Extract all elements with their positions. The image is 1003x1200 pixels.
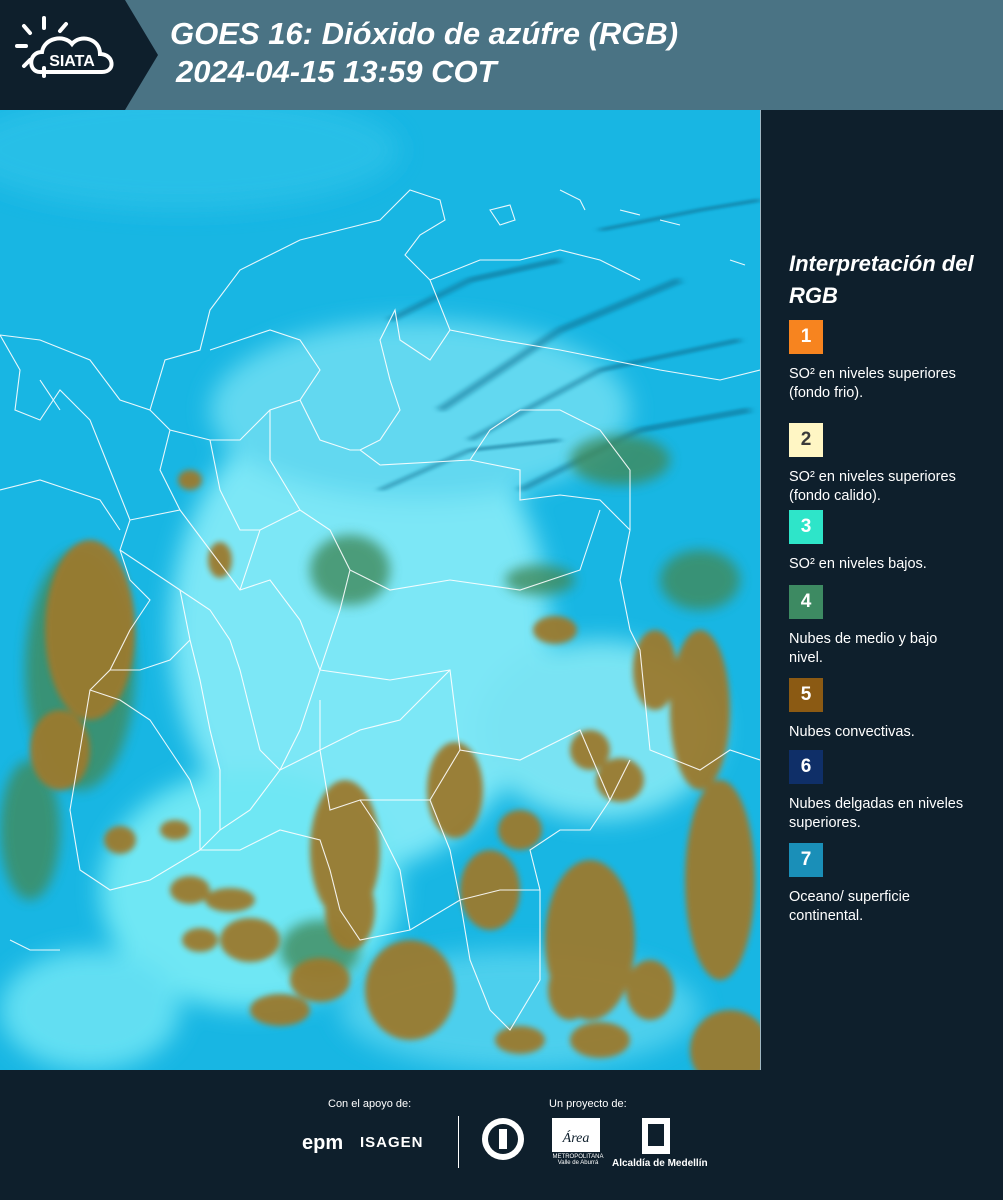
legend-item-1: 1 SO² en niveles superiores (fondo frio). [789, 320, 974, 403]
legend-label: Oceano/ superficie continental. [789, 889, 910, 924]
alcaldia-text: Alcaldía de Medellín [612, 1158, 708, 1169]
legend-swatch: 3 [789, 510, 823, 544]
satellite-image [0, 110, 760, 1070]
legend-label: Nubes delgadas en niveles superiores. [789, 796, 964, 831]
alcaldia-shield-icon [642, 1118, 670, 1154]
epm-logo: epm [302, 1132, 344, 1154]
legend-swatch: 1 [789, 320, 823, 354]
legend-item-4: 4 Nubes de medio y bajo nivel. [789, 585, 974, 668]
legend-panel: Interpretación del RGB 1 SO² en niveles s… [789, 248, 989, 924]
logo-block: SIATA [0, 0, 158, 110]
legend-item-2: 2 SO² en niveles superiores (fondo calido… [789, 423, 974, 506]
legend-item-3: 3 SO² en niveles bajos. [789, 510, 974, 574]
page-title: GOES 16: Dióxido de azúfre (RGB) [170, 16, 679, 51]
legend-swatch: 4 [789, 585, 823, 619]
legend-item-5: 5 Nubes convectivas. [789, 678, 974, 742]
footer-divider [458, 1116, 459, 1168]
legend-title: Interpretación del RGB [789, 251, 974, 308]
header-bar: SIATA GOES 16: Dióxido de azúfre (RGB) 2… [0, 0, 1003, 110]
legend-swatch: 2 [789, 423, 823, 457]
legend-swatch: 6 [789, 750, 823, 784]
legend-item-6: 6 Nubes delgadas en niveles superiores. [789, 750, 974, 833]
footer: Con el apoyo de: Un proyecto de: epm ISA… [0, 1070, 1003, 1200]
legend-label: SO² en niveles superiores (fondo frio). [789, 366, 956, 401]
legend-label: Nubes convectivas. [789, 724, 915, 740]
legend-label: SO² en niveles superiores (fondo calido)… [789, 469, 956, 504]
logo-text: SIATA [49, 53, 95, 70]
legend-item-7: 7 Oceano/ superficie continental. [789, 843, 974, 926]
isagen-logo: ISAGEN [360, 1134, 424, 1151]
siata-logo: SIATA [15, 16, 114, 78]
legend-swatch: 5 [789, 678, 823, 712]
svg-text:Área: Área [562, 1129, 590, 1146]
support-caption: Con el apoyo de: [328, 1098, 412, 1110]
area-metropolitana-text: METROPOLITANA Valle de Aburrá [552, 1154, 604, 1166]
legend-label: Nubes de medio y bajo nivel. [789, 631, 938, 666]
medellin-seal-icon [482, 1118, 524, 1160]
page-timestamp: 2024-04-15 13:59 COT [176, 54, 497, 89]
satellite-map [0, 110, 761, 1070]
legend-swatch: 7 [789, 843, 823, 877]
legend-label: SO² en niveles bajos. [789, 556, 927, 572]
project-caption: Un proyecto de: [549, 1098, 627, 1110]
